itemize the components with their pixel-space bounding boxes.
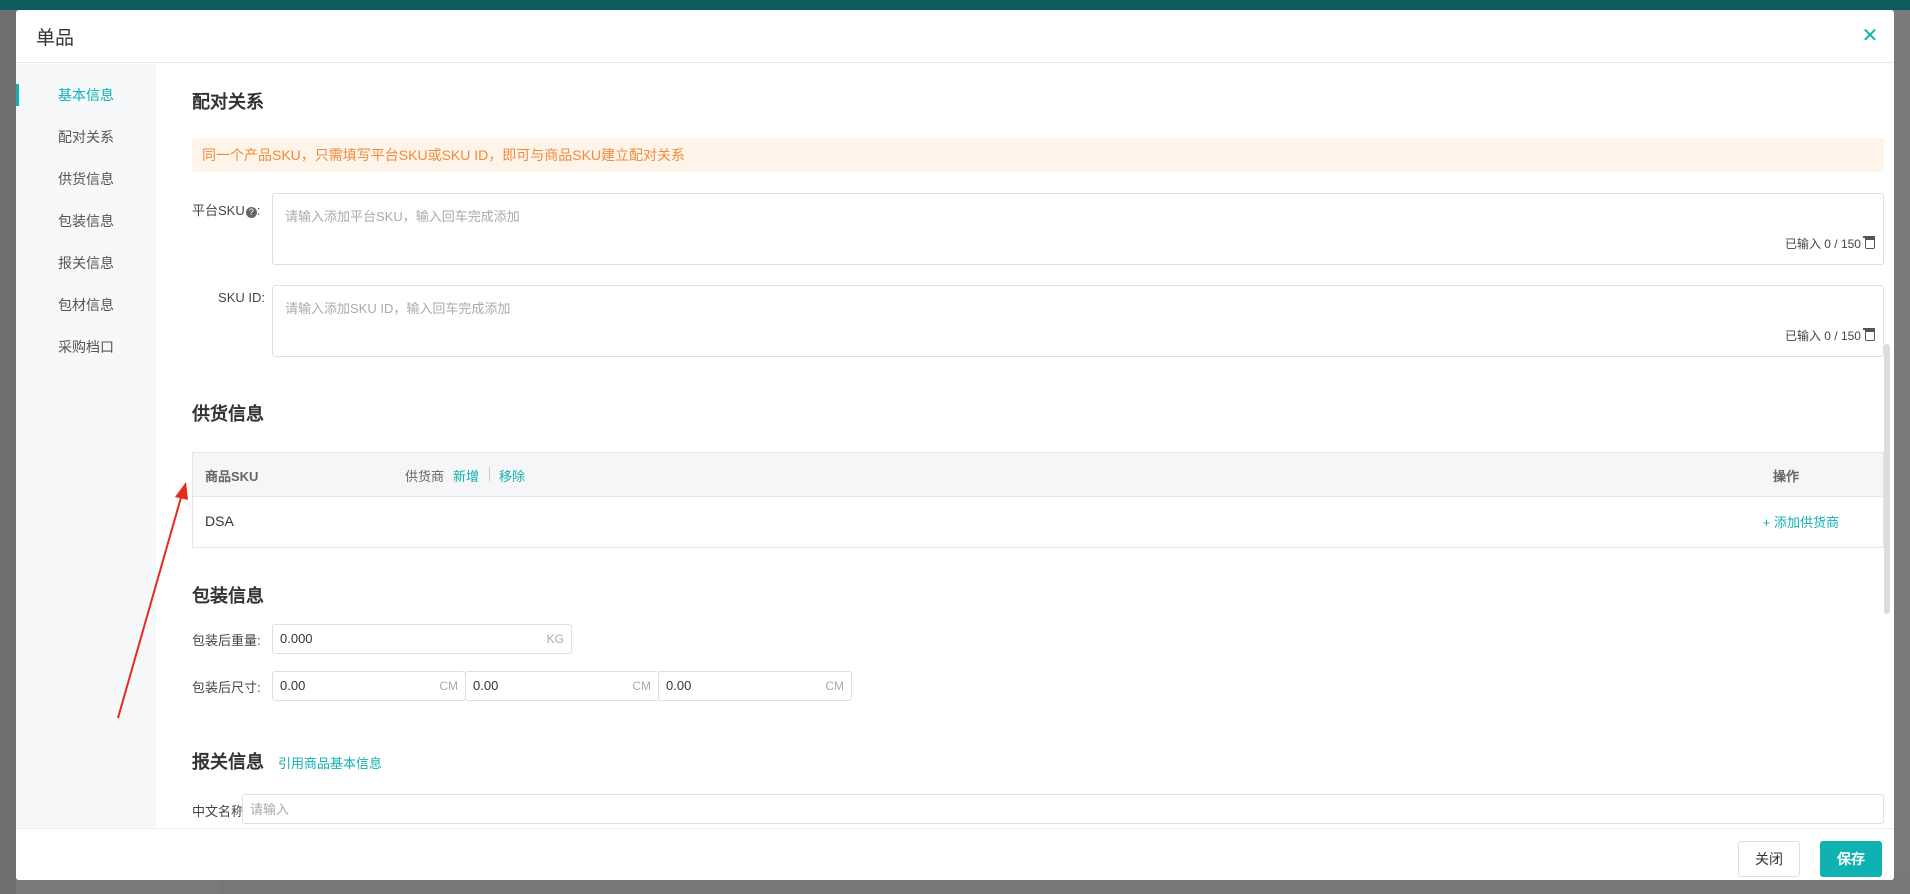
- nav-item-supply[interactable]: 供货信息: [16, 158, 156, 200]
- width-value: 0.00: [473, 678, 499, 693]
- trash-icon[interactable]: [1863, 236, 1875, 249]
- width-unit: CM: [632, 679, 651, 693]
- supply-table: 商品SKU 供货商 新增 移除 操作 DSA + 添加供货商: [192, 452, 1884, 548]
- content-scrollbar[interactable]: [1884, 344, 1890, 614]
- remove-supplier-column-button[interactable]: 移除: [499, 466, 525, 485]
- weight-unit: KG: [546, 632, 564, 646]
- modal-body: 基本信息 配对关系 供货信息 包装信息 报关信息 包材信息 采购档口 配对关系 …: [16, 64, 1894, 828]
- add-supplier-column-button[interactable]: 新增: [453, 466, 479, 485]
- trash-icon[interactable]: [1863, 328, 1875, 341]
- modal-header: 单品 ✕: [16, 10, 1894, 63]
- col-supplier: 供货商: [405, 469, 445, 484]
- section-nav: 基本信息 配对关系 供货信息 包装信息 报关信息 包材信息 采购档口: [16, 64, 156, 828]
- close-button[interactable]: 关闭: [1738, 841, 1800, 877]
- add-supplier-button[interactable]: + 添加供货商: [1763, 512, 1839, 531]
- platform-sku-input[interactable]: 请输入添加平台SKU，输入回车完成添加 已输入 0 / 150: [272, 193, 1884, 265]
- table-row: DSA + 添加供货商: [193, 497, 1883, 547]
- weight-label: 包装后重量:: [192, 633, 261, 648]
- size-label: 包装后尺寸:: [192, 680, 261, 695]
- length-unit: CM: [439, 679, 458, 693]
- supply-section-title: 供货信息: [192, 404, 264, 424]
- col-operation: 操作: [1772, 469, 1799, 484]
- height-unit: CM: [825, 679, 844, 693]
- weight-value: 0.000: [280, 631, 313, 646]
- nav-item-customs[interactable]: 报关信息: [16, 242, 156, 284]
- width-input[interactable]: 0.00 CM: [465, 671, 659, 701]
- modal-footer: 关闭 保存: [16, 828, 1894, 880]
- background-topbar: [0, 0, 1910, 10]
- platform-sku-label: 平台SKU?:: [192, 203, 261, 218]
- pairing-section-title: 配对关系: [192, 92, 264, 112]
- modal-title: 单品: [36, 27, 75, 49]
- pairing-alert: 同一个产品SKU，只需填写平台SKU或SKU ID，即可与商品SKU建立配对关系: [192, 138, 1884, 172]
- length-input[interactable]: 0.00 CM: [272, 671, 466, 701]
- col-product-sku: 商品SKU: [205, 469, 259, 484]
- nav-item-packaging[interactable]: 包装信息: [16, 200, 156, 242]
- sku-id-label: SKU ID:: [218, 290, 265, 305]
- customs-section-title: 报关信息: [192, 752, 264, 772]
- close-icon[interactable]: ✕: [1858, 24, 1882, 48]
- divider: [489, 467, 490, 481]
- platform-sku-placeholder: 请输入添加平台SKU，输入回车完成添加: [285, 209, 520, 224]
- product-modal: 单品 ✕ 基本信息 配对关系 供货信息 包装信息 报关信息 包材信息 采购档口 …: [16, 10, 1894, 880]
- length-value: 0.00: [280, 678, 306, 693]
- background-sidebar: [0, 10, 16, 894]
- form-content: 配对关系 同一个产品SKU，只需填写平台SKU或SKU ID，即可与商品SKU建…: [156, 64, 1894, 828]
- weight-input[interactable]: 0.000 KG: [272, 624, 572, 654]
- cn-name-input[interactable]: [242, 794, 1884, 824]
- packaging-section-title: 包装信息: [192, 586, 264, 606]
- sku-id-placeholder: 请输入添加SKU ID，输入回车完成添加: [285, 301, 511, 316]
- save-button[interactable]: 保存: [1820, 841, 1882, 877]
- nav-item-basic-info[interactable]: 基本信息: [16, 74, 156, 116]
- platform-sku-counter: 已输入 0 / 150: [1785, 235, 1875, 252]
- nav-item-pairing[interactable]: 配对关系: [16, 116, 156, 158]
- sku-id-counter: 已输入 0 / 150: [1785, 327, 1875, 344]
- supply-table-header: 商品SKU 供货商 新增 移除 操作: [193, 453, 1883, 497]
- nav-item-purchase-stall[interactable]: 采购档口: [16, 326, 156, 368]
- height-value: 0.00: [666, 678, 692, 693]
- sku-id-input[interactable]: 请输入添加SKU ID，输入回车完成添加 已输入 0 / 150: [272, 285, 1884, 357]
- row-sku: DSA: [205, 513, 234, 529]
- help-icon[interactable]: ?: [245, 207, 257, 218]
- nav-item-packing-material[interactable]: 包材信息: [16, 284, 156, 326]
- height-input[interactable]: 0.00 CM: [658, 671, 852, 701]
- quote-basic-info-link[interactable]: 引用商品基本信息: [278, 753, 382, 772]
